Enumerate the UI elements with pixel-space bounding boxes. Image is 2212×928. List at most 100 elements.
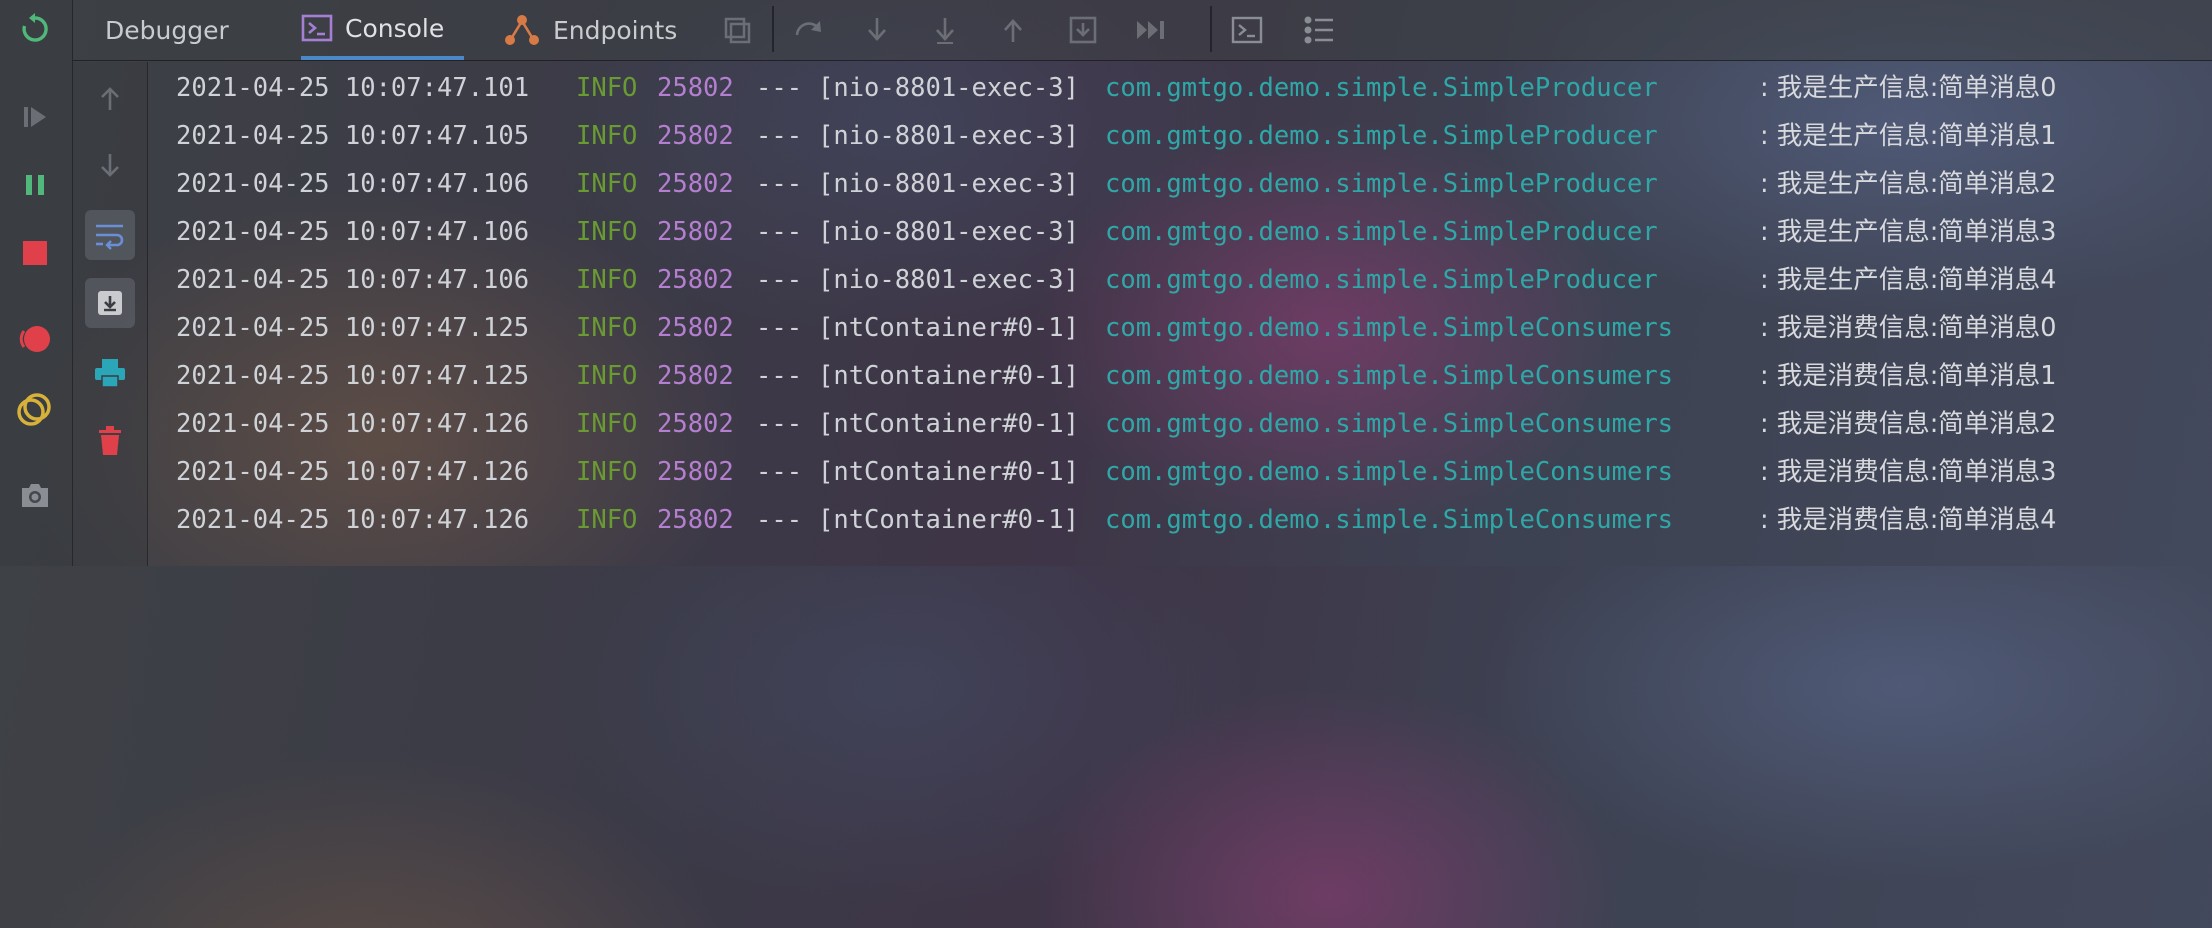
log-thread: [ntContainer#0-1] — [818, 361, 1079, 391]
log-message: : 我是生产信息:简单消息1 — [1760, 121, 2057, 151]
log-level: INFO — [576, 265, 638, 295]
log-level: INFO — [576, 169, 638, 199]
log-timestamp: 2021-04-25 10:07:47.106 — [176, 169, 530, 199]
log-pid: 25802 — [657, 265, 734, 295]
log-thread: [nio-8801-exec-3] — [818, 217, 1079, 247]
log-pid: 25802 — [657, 457, 734, 487]
log-timestamp: 2021-04-25 10:07:47.125 — [176, 361, 530, 391]
log-thread: [ntContainer#0-1] — [818, 457, 1079, 487]
log-timestamp: 2021-04-25 10:07:47.101 — [176, 73, 530, 103]
log-separator: --- — [756, 265, 803, 295]
step-over-icon[interactable] — [787, 8, 831, 52]
log-timestamp: 2021-04-25 10:07:47.105 — [176, 121, 530, 151]
view-breakpoints-icon[interactable] — [12, 316, 58, 362]
log-line: 2021-04-25 10:07:47.125 INFO 25802 --- [… — [176, 304, 2206, 352]
log-separator: --- — [756, 361, 803, 391]
tab-endpoints-label: Endpoints — [553, 15, 678, 45]
log-separator: --- — [756, 73, 803, 103]
log-message: : 我是生产信息:简单消息0 — [1760, 73, 2057, 103]
log-message: : 我是生产信息:简单消息3 — [1760, 217, 2057, 247]
log-logger: com.gmtgo.demo.simple.SimpleProducer — [1105, 265, 1658, 295]
stop-icon[interactable] — [12, 230, 58, 276]
log-logger: com.gmtgo.demo.simple.SimpleProducer — [1105, 73, 1658, 103]
log-thread: [nio-8801-exec-3] — [818, 73, 1079, 103]
log-pid: 25802 — [657, 169, 734, 199]
log-level: INFO — [576, 505, 638, 535]
trash-icon[interactable] — [85, 416, 135, 466]
pause-icon[interactable] — [12, 162, 58, 208]
soft-wrap-icon[interactable] — [85, 210, 135, 260]
toolbar-separator — [1210, 6, 1212, 52]
console-actions-strip — [73, 62, 148, 566]
tab-debugger-label: Debugger — [105, 15, 229, 45]
log-logger: com.gmtgo.demo.simple.SimpleConsumers — [1105, 505, 1674, 535]
settings-list-icon[interactable] — [1297, 8, 1341, 52]
log-thread: [nio-8801-exec-3] — [818, 265, 1079, 295]
log-level: INFO — [576, 457, 638, 487]
tab-console[interactable]: Console — [301, 0, 465, 60]
log-thread: [ntContainer#0-1] — [818, 409, 1079, 439]
step-into-icon[interactable] — [855, 8, 899, 52]
tab-console-label: Console — [345, 13, 445, 43]
log-level: INFO — [576, 313, 638, 343]
log-pid: 25802 — [657, 361, 734, 391]
log-message: : 我是消费信息:简单消息2 — [1760, 409, 2057, 439]
log-pid: 25802 — [657, 217, 734, 247]
console-icon — [301, 13, 333, 43]
log-thread: [ntContainer#0-1] — [818, 313, 1079, 343]
scroll-up-icon[interactable] — [85, 74, 135, 124]
scroll-down-icon[interactable] — [85, 140, 135, 190]
log-pid: 25802 — [657, 313, 734, 343]
log-level: INFO — [576, 73, 638, 103]
rerun-icon[interactable] — [12, 6, 58, 52]
log-separator: --- — [756, 409, 803, 439]
scroll-to-end-icon[interactable] — [85, 278, 135, 328]
log-logger: com.gmtgo.demo.simple.SimpleProducer — [1105, 121, 1658, 151]
log-logger: com.gmtgo.demo.simple.SimpleConsumers — [1105, 361, 1674, 391]
log-separator: --- — [756, 313, 803, 343]
log-thread: [nio-8801-exec-3] — [818, 169, 1079, 199]
camera-icon[interactable] — [12, 472, 58, 518]
log-timestamp: 2021-04-25 10:07:47.126 — [176, 409, 530, 439]
log-thread: [ntContainer#0-1] — [818, 505, 1079, 535]
mute-breakpoints-icon[interactable] — [12, 386, 58, 432]
debug-actions-strip — [0, 0, 73, 566]
log-logger: com.gmtgo.demo.simple.SimpleConsumers — [1105, 457, 1674, 487]
force-step-into-icon[interactable] — [923, 8, 967, 52]
log-message: : 我是消费信息:简单消息0 — [1760, 313, 2057, 343]
toolbar-separator — [772, 6, 774, 52]
step-out-icon[interactable] — [991, 8, 1035, 52]
log-message: : 我是消费信息:简单消息3 — [1760, 457, 2057, 487]
log-separator: --- — [756, 121, 803, 151]
terminal-icon[interactable] — [1225, 8, 1269, 52]
drop-frame-icon[interactable] — [1061, 8, 1105, 52]
log-thread: [nio-8801-exec-3] — [818, 121, 1079, 151]
log-pid: 25802 — [657, 409, 734, 439]
log-line: 2021-04-25 10:07:47.105 INFO 25802 --- [… — [176, 112, 2206, 160]
log-timestamp: 2021-04-25 10:07:47.126 — [176, 505, 530, 535]
log-line: 2021-04-25 10:07:47.106 INFO 25802 --- [… — [176, 208, 2206, 256]
log-level: INFO — [576, 409, 638, 439]
run-to-cursor-icon[interactable] — [1129, 8, 1173, 52]
log-line: 2021-04-25 10:07:47.101 INFO 25802 --- [… — [176, 64, 2206, 112]
log-message: : 我是消费信息:简单消息1 — [1760, 361, 2057, 391]
log-logger: com.gmtgo.demo.simple.SimpleProducer — [1105, 217, 1658, 247]
endpoints-icon — [503, 13, 541, 47]
log-timestamp: 2021-04-25 10:07:47.106 — [176, 217, 530, 247]
log-pid: 25802 — [657, 121, 734, 151]
log-pid: 25802 — [657, 73, 734, 103]
resume-icon[interactable] — [12, 94, 58, 140]
log-logger: com.gmtgo.demo.simple.SimpleProducer — [1105, 169, 1658, 199]
tab-endpoints[interactable]: Endpoints — [503, 0, 677, 60]
console-output[interactable]: 2021-04-25 10:07:47.101 INFO 25802 --- [… — [176, 64, 2206, 564]
tab-debugger[interactable]: Debugger — [105, 0, 229, 60]
log-level: INFO — [576, 361, 638, 391]
print-icon[interactable] — [85, 348, 135, 398]
evaluate-icon[interactable] — [715, 8, 759, 52]
log-timestamp: 2021-04-25 10:07:47.125 — [176, 313, 530, 343]
log-line: 2021-04-25 10:07:47.126 INFO 25802 --- [… — [176, 448, 2206, 496]
log-logger: com.gmtgo.demo.simple.SimpleConsumers — [1105, 409, 1674, 439]
tool-window-header: Debugger Console Endpoints — [73, 0, 2212, 61]
log-line: 2021-04-25 10:07:47.106 INFO 25802 --- [… — [176, 160, 2206, 208]
log-separator: --- — [756, 505, 803, 535]
